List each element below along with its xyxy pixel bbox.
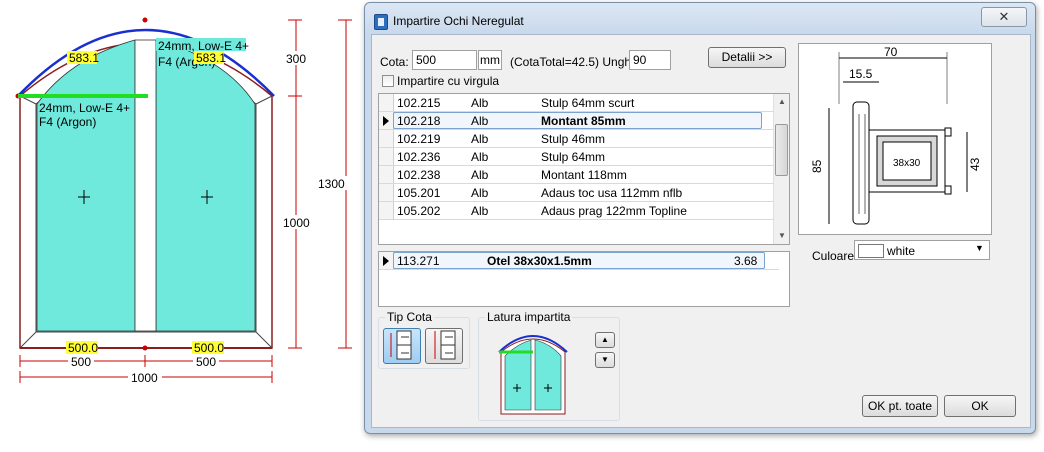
tip-cota-group: Tip Cota [378, 310, 470, 369]
profile-offset-dim: 15.5 [849, 67, 873, 81]
split-dialog: Impartire Ochi Neregulat ✕ Cota: mm (Cot… [364, 2, 1036, 434]
profile-code: 102.238 [397, 168, 441, 182]
profile-color: Alb [471, 204, 489, 218]
profile-row[interactable]: 102.236 Alb Stulp 64mm [379, 148, 779, 166]
dim-total-height: 1300 [318, 177, 345, 191]
profile-code: 105.201 [397, 186, 441, 200]
scroll-down-icon[interactable]: ▼ [774, 228, 789, 244]
unit-label: mm [478, 50, 502, 70]
steel-row[interactable]: 113.271 Otel 38x30x1.5mm 3.68 [379, 252, 779, 270]
angle-input[interactable] [629, 50, 671, 70]
arrow-up-icon: ▲ [601, 335, 609, 344]
profile-name: Adaus prag 122mm Topline [541, 204, 687, 218]
dim-width-right: 500 [196, 355, 216, 369]
profile-name: Stulp 64mm [541, 150, 606, 164]
ok-all-button[interactable]: OK pt. toate [862, 395, 938, 417]
steel-name: Otel 38x30x1.5mm [487, 254, 592, 268]
move-down-button[interactable]: ▼ [595, 352, 615, 368]
move-up-button[interactable]: ▲ [595, 332, 615, 348]
row-pointer-icon [383, 116, 389, 126]
profile-row[interactable]: 105.202 Alb Adaus prag 122mm Topline [379, 202, 779, 220]
profile-code: 102.219 [397, 132, 441, 146]
cota-input[interactable] [412, 50, 477, 70]
steel-list: 113.271 Otel 38x30x1.5mm 3.68 [378, 251, 790, 307]
color-select[interactable]: white ▼ [854, 240, 990, 260]
title-bar[interactable]: Impartire Ochi Neregulat ✕ [365, 3, 1035, 33]
app-icon [374, 14, 388, 30]
cota-type-2-icon [434, 330, 456, 360]
steel-value: 3.68 [734, 254, 758, 268]
dialog-body: Cota: mm (CotaTotal=42.5) Unghi: Detalii… [371, 34, 1031, 428]
bottom-label-left: 500.0 [68, 341, 98, 355]
profile-preview: 70 15.5 85 43 38x30 [798, 43, 992, 235]
arc-label-left: 583.1 [69, 51, 99, 65]
dim-rect-height: 1000 [283, 216, 310, 230]
comma-split-checkbox[interactable] [382, 75, 394, 87]
dialog-title: Impartire Ochi Neregulat [393, 14, 524, 28]
profile-scrollbar[interactable]: ▲ ▼ [773, 94, 789, 244]
profile-name: Adaus toc usa 112mm nflb [541, 186, 683, 200]
tip-cota-option-2[interactable] [425, 328, 463, 364]
latura-label: Latura impartita [485, 310, 573, 324]
dim-width-left: 500 [71, 355, 91, 369]
details-button[interactable]: Detalii >> [708, 47, 786, 68]
profile-name: Montant 118mm [541, 168, 627, 182]
bottom-label-right: 500.0 [194, 341, 224, 355]
profile-code: 102.215 [397, 96, 441, 110]
profile-color: Alb [471, 168, 489, 182]
profile-color: Alb [471, 114, 489, 128]
cota-total-label: (CotaTotal=42.5) Unghi: [510, 55, 638, 69]
color-swatch [858, 244, 884, 258]
latura-preview-icon[interactable] [493, 332, 573, 416]
scroll-up-icon[interactable]: ▲ [774, 94, 789, 110]
glass-label-left-line2: F4 (Argon) [39, 115, 96, 129]
profile-code: 102.236 [397, 150, 441, 164]
color-value: white [887, 244, 916, 258]
steel-code: 113.271 [397, 254, 440, 268]
arrow-down-icon: ▼ [601, 355, 609, 364]
row-pointer-icon [383, 256, 389, 266]
profile-name: Stulp 64mm scurt [541, 96, 635, 110]
cota-label: Cota: [380, 55, 409, 69]
profile-height-dim: 85 [810, 159, 824, 173]
comma-split-label: Impartire cu virgula [397, 74, 500, 88]
profile-row[interactable]: 102.215 Alb Stulp 64mm scurt [379, 94, 779, 112]
profile-color: Alb [471, 132, 489, 146]
window-drawing: 24mm, Low-E 4+ F4 (Argon) 24mm, Low-E 4+… [15, 17, 352, 385]
close-button[interactable]: ✕ [981, 7, 1027, 27]
cota-type-1-icon [390, 330, 412, 360]
dropdown-arrow-icon: ▼ [975, 243, 984, 253]
ok-button[interactable]: OK [944, 395, 1016, 417]
svg-text:F4 (Argon): F4 (Argon) [39, 115, 96, 129]
profile-color: Alb [471, 150, 489, 164]
profile-row[interactable]: 102.218 Alb Montant 85mm [379, 112, 779, 130]
scroll-thumb[interactable] [775, 124, 788, 176]
tip-cota-option-1[interactable] [383, 328, 421, 364]
profile-list: 102.215 Alb Stulp 64mm scurt 102.218 Alb Mont… [378, 93, 790, 245]
profile-width-dim: 70 [884, 45, 898, 59]
profile-section-drawing: 70 15.5 85 43 38x30 [810, 45, 982, 225]
profile-row[interactable]: 102.219 Alb Stulp 46mm [379, 130, 779, 148]
profile-color: Alb [471, 96, 489, 110]
dim-arch-height: 300 [286, 52, 306, 66]
profile-name: Montant 85mm [541, 114, 626, 128]
profile-row[interactable]: 105.201 Alb Adaus toc usa 112mm nflb [379, 184, 779, 202]
profile-code: 102.218 [397, 114, 441, 128]
tip-cota-label: Tip Cota [385, 310, 434, 324]
glass-label-left: 24mm, Low-E 4+ [39, 101, 130, 115]
color-label: Culoare [812, 249, 855, 263]
latura-group: Latura impartita ▲ ▼ [478, 310, 620, 421]
profile-color: Alb [471, 186, 489, 200]
close-icon: ✕ [998, 9, 1010, 24]
arc-label-right: 583.1 [196, 51, 226, 65]
profile-row[interactable]: 102.238 Alb Montant 118mm [379, 166, 779, 184]
dim-total-width: 1000 [131, 371, 158, 385]
mullion[interactable] [134, 39, 157, 332]
profile-inner-dim: 43 [968, 157, 982, 171]
profile-name: Stulp 46mm [541, 132, 606, 146]
profile-code: 105.202 [397, 204, 441, 218]
profile-steel-label: 38x30 [893, 158, 921, 169]
